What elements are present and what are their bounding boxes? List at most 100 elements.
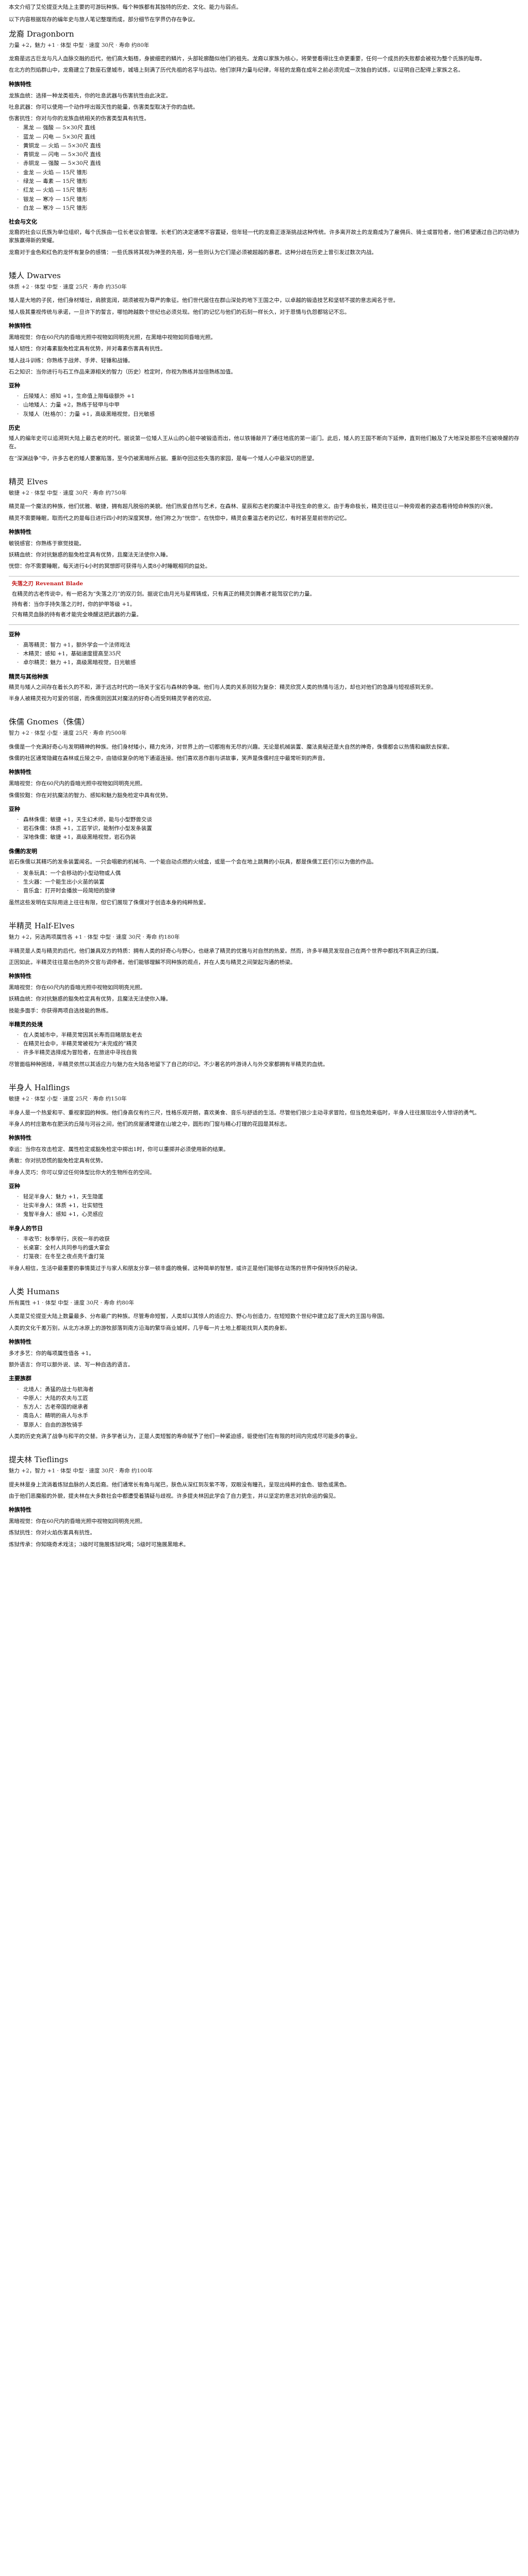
section-meta: 魅力 +2，另选两项属性各 +1 · 体型 中型 · 速度 30尺 · 寿命 约… (9, 934, 180, 941)
subheading: 亚种 (9, 382, 20, 389)
section-meta: 体质 +2 · 体型 中型 · 速度 25尺 · 寿命 约350年 (9, 284, 127, 291)
paragraph: 尽管面临种种困境，半精灵依然以其适应力与魅力在大陆各地留下了自己的印记。不少著名… (9, 1061, 328, 1067)
subheading: 社会与文化 (9, 218, 37, 226)
section-title: 半精灵 Half-Elves (9, 921, 75, 930)
section-title: 人类 Humans (9, 1286, 60, 1296)
paragraph: 人类的文化千差万别，从北方冰原上的游牧部落到南方沿海的繁华商业城邦，几乎每一片土… (9, 1325, 290, 1331)
list-item: 在精灵社会中，半精灵常被视为“未完成的”精灵 (17, 1040, 519, 1048)
list-item: 银龙 — 寒冷 — 15尺 锥形 (17, 195, 519, 204)
race-section: 人类 Humans 所有属性 +1 · 体型 中型 · 速度 30尺 · 寿命 约… (9, 1286, 519, 1440)
section-meta: 敏捷 +2 · 体型 小型 · 速度 25尺 · 寿命 约150年 (9, 1096, 127, 1103)
callout-box: 失落之刃 Revenant Blade 在精灵的古老传说中，有一把名为“失落之刃”… (9, 575, 519, 625)
list-item: 长桌宴：全村人共同参与的盛大宴会 (17, 1244, 519, 1252)
race-section: 侏儒 Gnomes（侏儒） 智力 +2 · 体型 小型 · 速度 25尺 · 寿命… (9, 716, 519, 907)
trait-line: 炼狱抗性：你对火焰伤害具有抗性。 (9, 1530, 95, 1536)
bullet-list: 高等精灵：智力 +1，额外学会一个法师戏法木精灵：感知 +1，基础速度提高至35… (9, 641, 519, 667)
paragraph: 岩石侏儒以其精巧的发条装置闻名。一只会唱歌的机械鸟、一个能自动点燃的火绒盒，或是… (9, 858, 377, 865)
section-title: 提夫林 Tieflings (9, 1455, 69, 1465)
trait-line: 幸运：当你在攻击检定、属性检定或豁免检定中掷出1时，你可以重掷并必须使用新的结果… (9, 1146, 229, 1153)
trait-line: 侏儒狡黠：你在对抗魔法的智力、感知和魅力豁免检定中具有优势。 (9, 792, 171, 799)
trait-line: 妖精血统：你对抗魅惑的豁免检定具有优势，且魔法无法使你入睡。 (9, 552, 171, 558)
list-item: 山地矮人：力量 +2，熟练于轻甲与中甲 (17, 401, 519, 410)
intro: 本文介绍了艾伦提亚大陆上主要的可游玩种族。每个种族都有其独特的历史、文化、能力与… (9, 3, 519, 24)
paragraph: 精灵是一个魔法的种族，他们优雅、敏捷，拥有超凡脱俗的美貌。他们热爱自然与艺术，在… (9, 503, 496, 510)
trait-line: 敏锐感官：你熟练于察觉技能。 (9, 540, 85, 547)
subheading: 种族特性 (9, 1506, 31, 1514)
bullet-list: 在人类城市中，半精灵常因其长寿而目睹朋友老去在精灵社会中，半精灵常被视为“未完成… (9, 1031, 519, 1057)
subheading: 种族特性 (9, 769, 31, 776)
paragraph: 半身人被精灵视为可爱的邻居，而侏儒则因其对魔法的好奇心而受到精灵学者的欢迎。 (9, 695, 214, 702)
list-item: 灯笼夜：在冬至之夜点亮千盏灯笼 (17, 1252, 519, 1261)
paragraph: 虽然这些发明在实际用途上往往有限，但它们展现了侏儒对于创造本身的纯粹热爱。 (9, 899, 209, 906)
list-item: 高等精灵：智力 +1，额外学会一个法师戏法 (17, 641, 519, 650)
trait-line: 额外语言：你可以额外说、读、写一种自选的语言。 (9, 1362, 134, 1368)
callout-title: 失落之刃 Revenant Blade (12, 580, 84, 587)
list-item: 发条玩具：一个会移动的小型动物或人偶 (17, 869, 519, 878)
list-item: 轻足半身人：魅力 +1，天生隐匿 (17, 1193, 519, 1201)
bullet-list: 北境人：勇猛的战士与航海者中原人：大陆的农夫与工匠东方人：古老帝国的继承者南岛人… (9, 1385, 519, 1430)
trait-line: 半身人灵巧：你可以穿过任何体型比你大的生物所在的空间。 (9, 1169, 155, 1176)
intro-paragraph: 本文介绍了艾伦提亚大陆上主要的可游玩种族。每个种族都有其独特的历史、文化、能力与… (9, 4, 242, 10)
paragraph: 侏儒是一个充满好奇心与发明精神的种族。他们身材矮小，精力充沛，对世界上的一切都抱… (9, 743, 453, 750)
race-section: 半精灵 Half-Elves 魅力 +2，另选两项属性各 +1 · 体型 中型 ·… (9, 920, 519, 1069)
trait-line: 多才多艺：你的每项属性值各 +1。 (9, 1350, 94, 1357)
list-item: 蓝龙 — 闪电 — 5×30尺 直线 (17, 133, 519, 142)
section-title: 矮人 Dwarves (9, 270, 61, 280)
list-item: 草原人：自由的游牧骑手 (17, 1421, 519, 1430)
intro-paragraph: 以下内容根据现存的编年史与旅人笔记整理而成，部分细节在学界仍存在争议。 (9, 16, 199, 23)
list-item: 黑龙 — 强酸 — 5×30尺 直线 (17, 124, 519, 132)
paragraph: 半身人相信，生活中最重要的事情莫过于与家人和朋友分享一顿丰盛的晚餐。这种简单的智… (9, 1265, 361, 1272)
bullet-list: 丰收节：秋季举行，庆祝一年的收获长桌宴：全村人共同参与的盛大宴会灯笼夜：在冬至之… (9, 1235, 519, 1261)
subheading: 主要族群 (9, 1375, 31, 1382)
section-title: 精灵 Elves (9, 477, 48, 486)
list-item: 森林侏儒：敏捷 +1，天生幻术师，能与小型野兽交谈 (17, 816, 519, 824)
list-item: 北境人：勇猛的战士与航海者 (17, 1385, 519, 1394)
bullet-list: 丘陵矮人：感知 +1，生命值上限每级额外 +1山地矮人：力量 +2，熟练于轻甲与… (9, 392, 519, 418)
paragraph: 半精灵是人类与精灵的后代，他们兼具双方的特质：拥有人类的好奇心与野心，也继承了精… (9, 947, 442, 954)
trait-line: 吐息武器：你可以使用一个动作呼出毁灭性的能量，伤害类型取决于你的血统。 (9, 104, 199, 110)
paragraph: 半身人是一个热爱和平、重视家园的种族。他们身高仅有约三尺，性格乐观开朗，喜欢美食… (9, 1109, 480, 1116)
paragraph: 提夫林是身上流淌着炼狱血脉的人类后裔。他们通常长有角与尾巴，肤色从深红到灰紫不等… (9, 1481, 350, 1488)
list-item: 丘陵矮人：感知 +1，生命值上限每级额外 +1 (17, 392, 519, 401)
section-meta: 智力 +2 · 体型 小型 · 速度 25尺 · 寿命 约500年 (9, 730, 127, 737)
paragraph: 正因如此，半精灵往往是出色的外交官与调停者。他们能够理解不同种族的观点，并在人类… (9, 959, 296, 965)
paragraph: 精灵不需要睡眠，取而代之的是每日进行四小时的深度冥想，他们称之为“恍惚”。在恍惚… (9, 515, 350, 521)
race-section: 提夫林 Tieflings 魅力 +2，智力 +1 · 体型 中型 · 速度 30… (9, 1454, 519, 1549)
list-item: 深地侏儒：敏捷 +1，高级黑暗视觉，岩石伪装 (17, 833, 519, 842)
list-item: 丰收节：秋季举行，庆祝一年的收获 (17, 1235, 519, 1244)
section-title: 半身人 Halflings (9, 1082, 70, 1092)
subheading: 亚种 (9, 631, 20, 638)
subheading: 种族特性 (9, 322, 31, 329)
list-item: 东方人：古老帝国的继承者 (17, 1403, 519, 1412)
paragraph: 龙裔对于金色和红色的龙怀有复杂的感情：一些氏族将其视为神圣的先祖，另一些则认为它… (9, 249, 377, 256)
trait-line: 矮人战斗训练：你熟练于战斧、手斧、轻锤和战锤。 (9, 357, 134, 364)
section-meta: 敏捷 +2 · 体型 中型 · 速度 30尺 · 寿命 约750年 (9, 490, 127, 497)
race-section: 精灵 Elves 敏捷 +2 · 体型 中型 · 速度 30尺 · 寿命 约750… (9, 476, 519, 703)
trait-line: 炼狱传承：你知晓奇术戏法；3级时可施展炼狱叱喝；5级时可施展黑暗术。 (9, 1541, 189, 1548)
list-item: 黄铜龙 — 火焰 — 5×30尺 直线 (17, 142, 519, 150)
paragraph: 半身人的村庄散布在肥沃的丘陵与河谷之间，他们的房屋通常建在山坡之中，圆形的门窗与… (9, 1121, 290, 1127)
subheading: 精灵与其他种族 (9, 673, 48, 680)
trait-line: 黑暗视觉：你在60尺内的昏暗光照中视物如同明亮光照。 (9, 781, 146, 787)
section-title: 龙裔 Dragonborn (9, 29, 74, 39)
paragraph: 龙裔是远古巨龙与凡人血脉交融的后代，他们高大魁梧，身披细密的鳞片，头部轮廓酷似他… (9, 56, 485, 62)
sections-container: 龙裔 Dragonborn 力量 +2，魅力 +1 · 体型 中型 · 速度 30… (9, 28, 519, 1549)
list-item: 音乐盒：打开时会播放一段简短的旋律 (17, 887, 519, 895)
list-item: 生火器：一个能生出小火苗的装置 (17, 878, 519, 887)
subheading: 半身人的节日 (9, 1225, 43, 1232)
list-item: 壮实半身人：体质 +1，壮实韧性 (17, 1201, 519, 1210)
list-item: 白龙 — 寒冷 — 15尺 锥形 (17, 204, 519, 213)
section-meta: 力量 +2，魅力 +1 · 体型 中型 · 速度 30尺 · 寿命 约80年 (9, 42, 150, 48)
trait-line: 伤害抗性：你对与你的龙族血统相关的伤害类型具有抗性。 (9, 115, 150, 122)
section-title: 侏儒 Gnomes（侏儒） (9, 717, 90, 727)
list-item: 红龙 — 火焰 — 15尺 锥形 (17, 186, 519, 195)
paragraph: 矮人极其重视传统与承诺，一旦许下的誓言，哪怕跨越数个世纪也必须兑现。他们的记忆与… (9, 309, 350, 315)
race-section: 半身人 Halflings 敏捷 +2 · 体型 小型 · 速度 25尺 · 寿命… (9, 1082, 519, 1273)
bullet-list: 黑龙 — 强酸 — 5×30尺 直线蓝龙 — 闪电 — 5×30尺 直线黄铜龙 … (9, 124, 519, 212)
race-section: 龙裔 Dragonborn 力量 +2，魅力 +1 · 体型 中型 · 速度 30… (9, 28, 519, 257)
callout-paragraph: 只有精灵血脉的持有者才能完全唤醒这把武器的力量。 (12, 612, 142, 618)
paragraph: 由于他们恶魔般的外貌，提夫林在大多数社会中都遭受着猜疑与歧视。许多提夫林因此学会… (9, 1493, 339, 1499)
trait-line: 黑暗视觉：你在60尺内的昏暗光照中视物如同明亮光照，在黑暗中视物如同昏暗光照。 (9, 334, 216, 341)
paragraph: 矮人的编年史可以追溯到大陆上最古老的时代。据说第一位矮人王从山的心脏中被锻造而出… (9, 435, 519, 450)
list-item: 绿龙 — 毒素 — 15尺 锥形 (17, 177, 519, 186)
